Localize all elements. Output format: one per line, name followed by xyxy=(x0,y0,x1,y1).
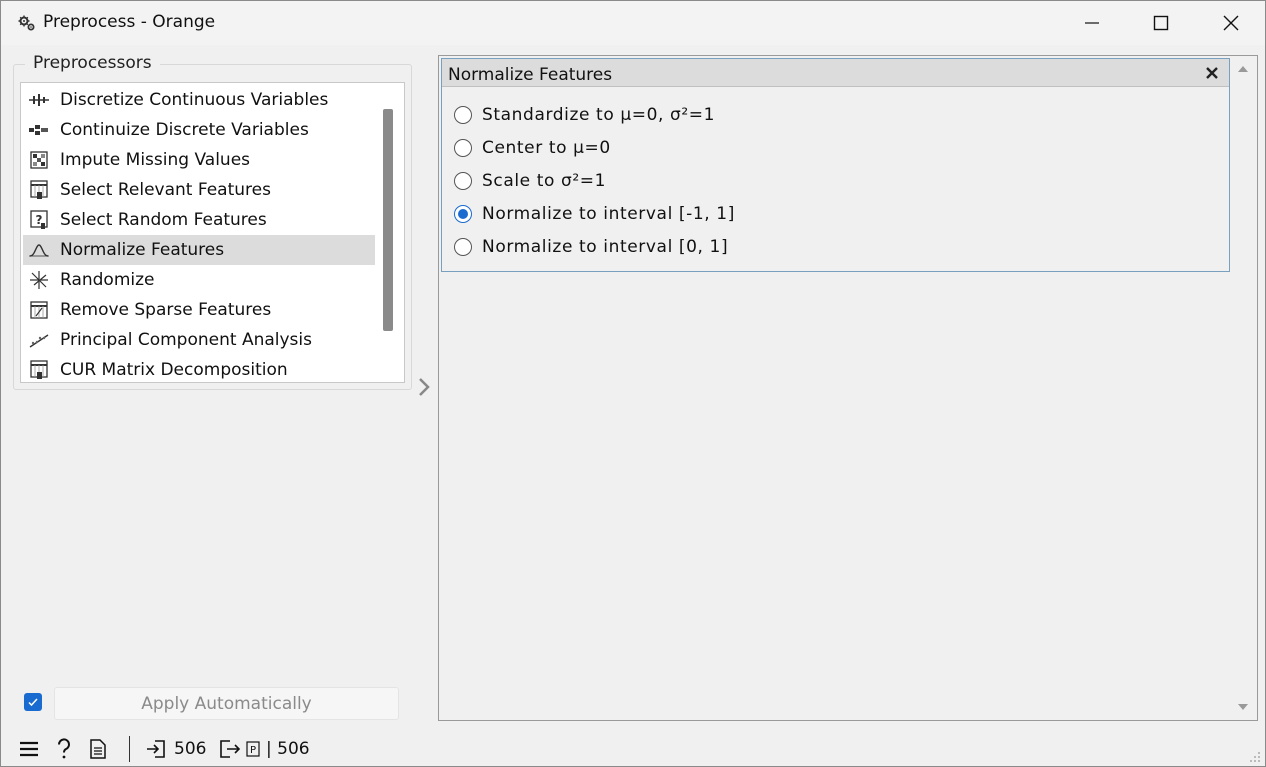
gears-icon xyxy=(18,15,35,31)
input-summary[interactable]: 506 xyxy=(146,738,206,760)
select-relevant-icon xyxy=(29,180,49,200)
list-item-select-relevant[interactable]: Select Relevant Features xyxy=(23,175,375,205)
list-item-randomize[interactable]: Randomize xyxy=(23,265,375,295)
status-bar: 506 P | 506 xyxy=(1,733,1265,766)
radio-standardize[interactable]: Standardize to μ=0, σ²=1 xyxy=(454,103,715,127)
checkmark-icon xyxy=(28,698,38,707)
close-icon xyxy=(1206,67,1218,79)
remove-sparse-icon xyxy=(29,300,49,320)
preprocessor-output-icon: P xyxy=(246,741,260,757)
maximize-icon xyxy=(1153,15,1169,31)
list-item-impute[interactable]: Impute Missing Values xyxy=(23,145,375,175)
radio-button[interactable] xyxy=(454,238,472,256)
normalize-icon xyxy=(29,240,49,260)
apply-automatically-checkbox[interactable] xyxy=(24,693,42,711)
list-item-remove-sparse[interactable]: Remove Sparse Features xyxy=(23,295,375,325)
preprocessors-list[interactable]: Discretize Continuous Variables Continui… xyxy=(20,82,405,383)
preprocess-window: Preprocess - Orange Preprocessors Discre… xyxy=(0,0,1266,767)
maximize-button[interactable] xyxy=(1126,1,1196,45)
radio-normalize-0-1[interactable]: Normalize to interval [0, 1] xyxy=(454,235,728,259)
panel-close-button[interactable] xyxy=(1204,65,1220,81)
radio-button-checked[interactable] xyxy=(454,205,472,223)
radio-center[interactable]: Center to μ=0 xyxy=(454,136,611,160)
randomize-icon xyxy=(29,270,49,290)
input-count: 506 xyxy=(174,739,207,759)
panel-title: Normalize Features xyxy=(448,65,613,85)
cur-icon xyxy=(29,360,49,380)
status-separator xyxy=(129,736,130,762)
window-title: Preprocess - Orange xyxy=(43,12,216,32)
input-icon xyxy=(147,740,165,758)
panel-header[interactable]: Normalize Features xyxy=(442,59,1229,87)
pca-icon xyxy=(29,330,49,350)
help-button[interactable] xyxy=(55,738,73,760)
list-item-normalize[interactable]: Normalize Features xyxy=(23,235,375,265)
output-count: | 506 xyxy=(266,739,310,759)
list-scrollbar[interactable] xyxy=(383,109,393,331)
output-summary[interactable]: P | 506 xyxy=(219,738,310,760)
minimize-button[interactable] xyxy=(1057,1,1127,45)
document-icon xyxy=(90,739,106,759)
hamburger-menu-icon xyxy=(20,741,38,757)
list-item-continuize[interactable]: Continuize Discrete Variables xyxy=(23,115,375,145)
discretize-icon xyxy=(29,90,49,110)
continuize-icon xyxy=(29,120,49,140)
report-button[interactable] xyxy=(90,738,106,760)
list-item-discretize[interactable]: Discretize Continuous Variables xyxy=(23,85,375,115)
resize-grip-icon[interactable] xyxy=(1247,749,1261,763)
list-item-cur[interactable]: CUR Matrix Decomposition xyxy=(23,355,375,382)
radio-button[interactable] xyxy=(454,139,472,157)
menu-button[interactable] xyxy=(19,738,39,760)
preprocessors-group-title: Preprocessors xyxy=(25,53,160,73)
minimize-icon xyxy=(1085,22,1099,24)
radio-button[interactable] xyxy=(454,106,472,124)
title-bar[interactable]: Preprocess - Orange xyxy=(1,1,1265,45)
list-item-pca[interactable]: Principal Component Analysis xyxy=(23,325,375,355)
radio-scale[interactable]: Scale to σ²=1 xyxy=(454,169,606,193)
close-icon xyxy=(1223,15,1239,31)
select-random-icon: ? xyxy=(29,210,49,230)
list-item-select-random[interactable]: ? Select Random Features xyxy=(23,205,375,235)
radio-button[interactable] xyxy=(454,172,472,190)
close-button[interactable] xyxy=(1196,1,1265,45)
help-icon xyxy=(57,738,70,759)
radio-normalize-minus1-1[interactable]: Normalize to interval [-1, 1] xyxy=(454,202,735,226)
scroll-up-arrow-icon[interactable] xyxy=(1237,63,1249,75)
chevron-right-icon xyxy=(419,378,430,396)
output-icon xyxy=(220,740,241,758)
apply-button[interactable]: Apply Automatically xyxy=(54,687,399,720)
normalize-features-panel: Normalize Features Standardize to μ=0, σ… xyxy=(441,58,1230,272)
impute-icon xyxy=(29,150,49,170)
svg-text:P: P xyxy=(250,745,256,756)
scroll-down-arrow-icon[interactable] xyxy=(1237,701,1249,713)
